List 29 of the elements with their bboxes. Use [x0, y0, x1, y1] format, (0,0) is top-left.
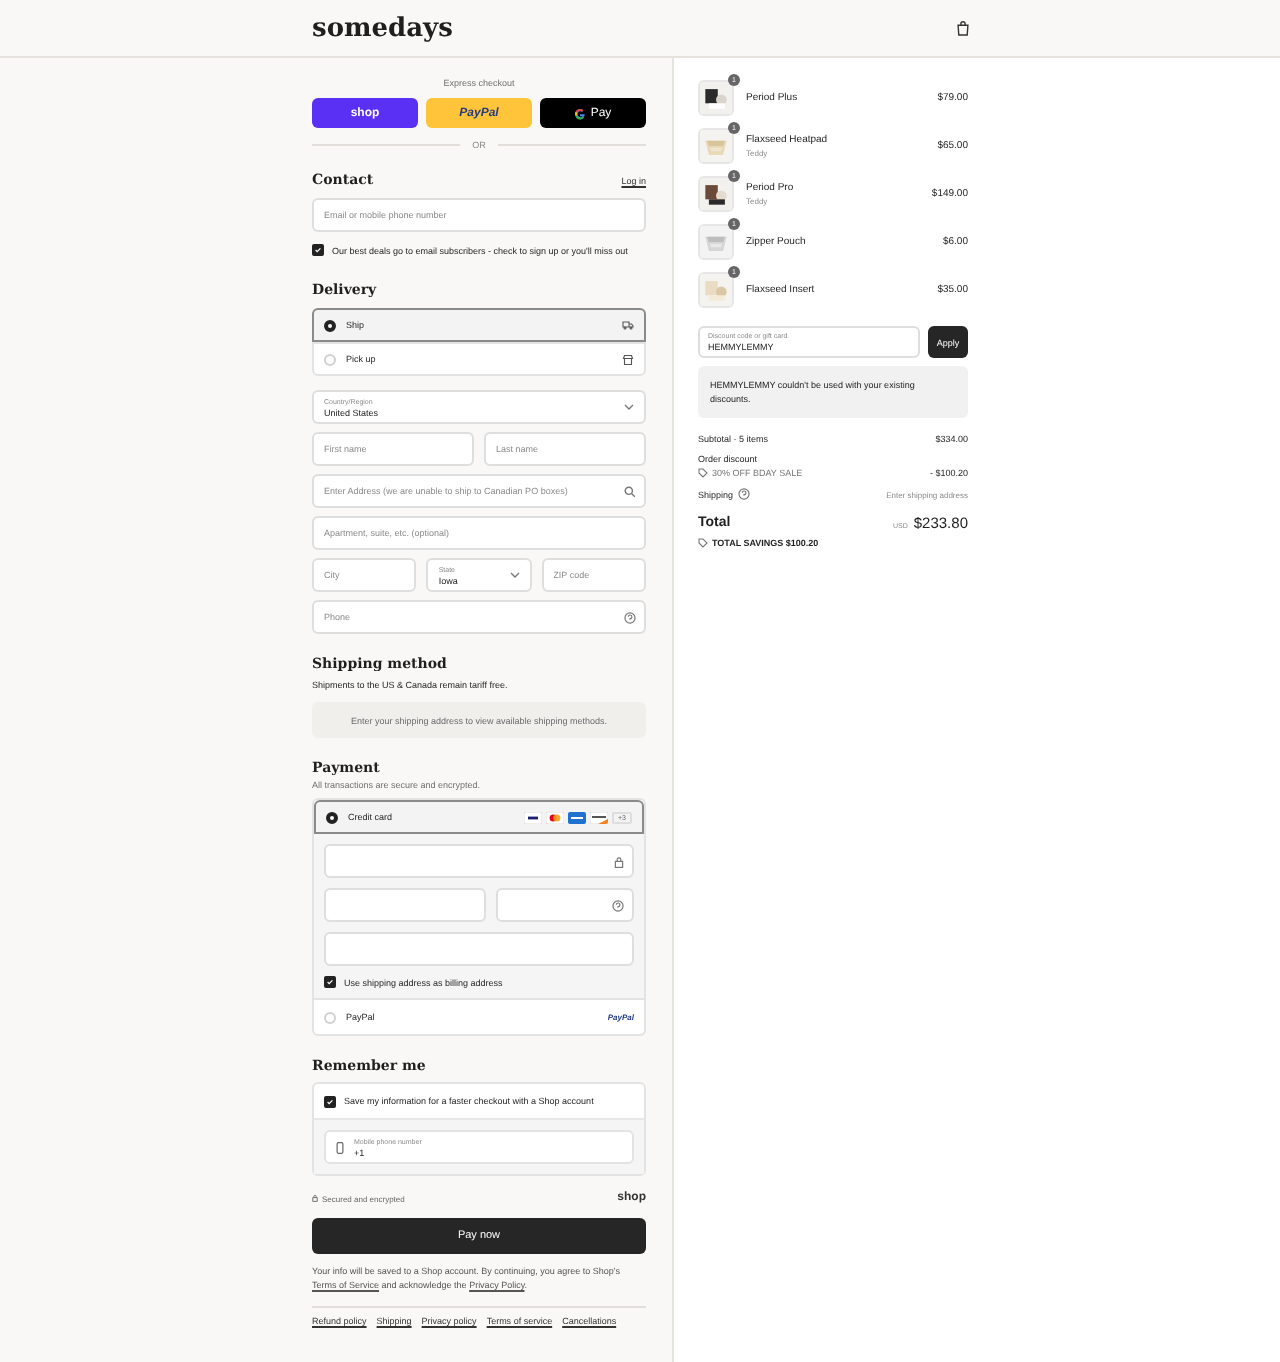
amex-logo-icon: [568, 811, 586, 823]
mastercard-logo-icon: [546, 811, 564, 823]
store-icon: [622, 353, 634, 365]
checkbox[interactable]: [312, 244, 324, 256]
tag-icon: [698, 468, 708, 479]
checkbox[interactable]: [324, 1095, 336, 1107]
chevron-down-icon: [509, 572, 520, 578]
visa-logo-icon: [524, 811, 542, 823]
help-icon: [737, 488, 750, 501]
chevron-down-icon: [624, 404, 634, 410]
expiry-field[interactable]: [324, 888, 486, 922]
tag-icon: [698, 538, 708, 549]
checkbox[interactable]: [324, 976, 336, 988]
search-icon: [624, 485, 636, 497]
truck-icon: [622, 320, 634, 330]
google-g-icon: [574, 107, 587, 119]
brand-logo[interactable]: somedays: [312, 13, 453, 43]
help-icon: [612, 899, 624, 911]
security-code-field[interactable]: [496, 888, 634, 922]
lock-icon: [614, 855, 624, 867]
radio-button[interactable]: [324, 319, 336, 331]
name-on-card-field[interactable]: [324, 932, 634, 966]
discover-logo-icon: [590, 811, 608, 823]
help-icon: [624, 611, 636, 623]
shopping-bag-icon[interactable]: [956, 20, 970, 36]
lock-icon: [312, 1194, 318, 1202]
card-number-field[interactable]: [324, 844, 634, 878]
phone-icon: [336, 1141, 344, 1153]
radio-button[interactable]: [326, 811, 338, 823]
